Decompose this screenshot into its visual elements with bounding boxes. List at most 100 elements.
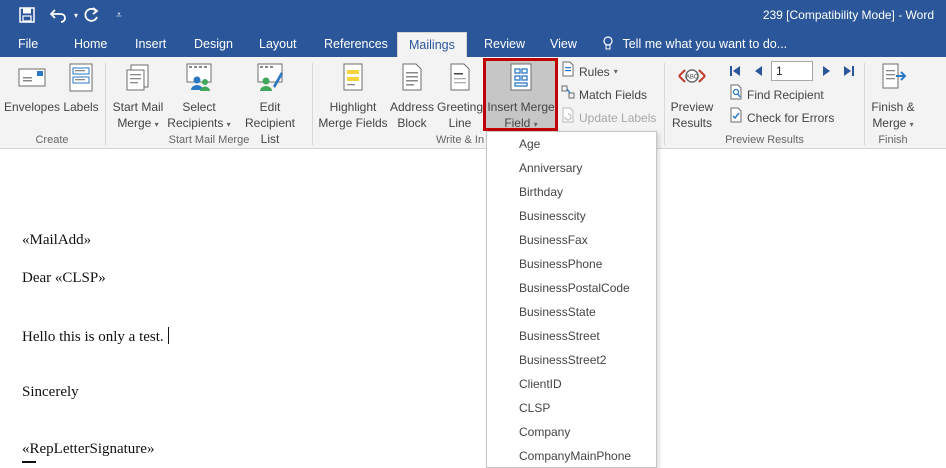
merge-field-item[interactable]: BusinessPhone: [487, 252, 656, 276]
merge-field-item[interactable]: Businesscity: [487, 204, 656, 228]
merge-field-item[interactable]: BusinessPostalCode: [487, 276, 656, 300]
undo-icon[interactable]: [46, 4, 72, 26]
insert-merge-field-icon: [486, 62, 556, 96]
merge-field-item[interactable]: CompanyMainPhone: [487, 444, 656, 467]
merge-field-item[interactable]: CLSP: [487, 396, 656, 420]
merge-field-item[interactable]: Age: [487, 132, 656, 156]
finish-merge-button[interactable]: Finish & Merge ▾: [868, 62, 918, 132]
undo-dropdown-icon[interactable]: ▾: [71, 4, 81, 26]
address-block-button[interactable]: Address Block: [389, 62, 435, 132]
finish-merge-label-2: Merge: [872, 116, 907, 130]
merge-field-item[interactable]: BusinessStreet2: [487, 348, 656, 372]
tab-mailings[interactable]: Mailings: [397, 32, 467, 57]
group-label-write-insert: Write & In: [436, 134, 485, 146]
doc-line-signature[interactable]: «RepLetterSignature»: [22, 441, 154, 458]
doc-line-body-text: Hello this is only a test.: [22, 329, 164, 345]
last-record-icon[interactable]: [842, 63, 856, 79]
rules-button[interactable]: Rules ▾: [561, 61, 618, 83]
select-recipients-label-1: Select: [182, 100, 216, 114]
doc-line-mailadd[interactable]: «MailAdd»: [22, 232, 91, 249]
tab-review[interactable]: Review: [482, 32, 527, 57]
check-for-errors-button[interactable]: Check for Errors: [729, 107, 835, 128]
tab-home[interactable]: Home: [72, 32, 109, 57]
window-title: 239 [Compatibility Mode] - Word: [762, 8, 934, 22]
tell-me-box[interactable]: Tell me what you want to do...: [603, 32, 787, 57]
group-label-start-mail-merge: Start Mail Merge: [168, 134, 250, 146]
highlight-merge-fields-button[interactable]: Highlight Merge Fields: [318, 62, 388, 132]
check-for-errors-label: Check for Errors: [747, 111, 835, 125]
preview-results-button[interactable]: ABC Preview Results: [668, 62, 716, 132]
edit-recipient-list-button[interactable]: Edit Recipient List: [234, 62, 306, 146]
greeting-line-button[interactable]: Greeting Line: [436, 62, 484, 132]
document-area[interactable]: [0, 150, 946, 468]
doc-line-greeting[interactable]: Dear «CLSP»: [22, 270, 106, 287]
next-record-icon[interactable]: [820, 63, 834, 79]
find-recipient-label: Find Recipient: [747, 88, 824, 102]
chevron-down-icon: ▾: [613, 67, 618, 76]
ribbon-tab-row: File Home Insert Design Layout Reference…: [0, 32, 946, 57]
greeting-line-icon: [436, 62, 484, 96]
update-labels-icon: [561, 107, 575, 129]
edit-recipient-list-icon: [234, 62, 306, 96]
chevron-down-icon: ▾: [226, 120, 231, 129]
tab-references[interactable]: References: [322, 32, 390, 57]
record-number-input[interactable]: [771, 61, 813, 81]
redo-icon[interactable]: [82, 4, 102, 26]
doc-line-closing[interactable]: Sincerely: [22, 384, 79, 401]
merge-field-item[interactable]: BusinessState: [487, 300, 656, 324]
labels-label: Labels: [63, 100, 99, 114]
greeting-line-label-2: Line: [448, 116, 472, 130]
envelopes-label: Envelopes: [3, 100, 61, 114]
doc-line-body[interactable]: Hello this is only a test.: [22, 327, 169, 346]
highlight-merge-fields-icon: [318, 62, 388, 96]
labels-button[interactable]: Labels: [62, 62, 100, 132]
group-label-preview-results: Preview Results: [725, 134, 804, 146]
title-bar: ▾ ⩡ 239 [Compatibility Mode] - Word: [0, 0, 946, 32]
insert-merge-field-button[interactable]: Insert Merge Field ▾: [486, 62, 556, 132]
first-record-icon[interactable]: [728, 63, 742, 79]
merge-field-item[interactable]: Company: [487, 420, 656, 444]
finish-merge-label-1: Finish &: [871, 100, 915, 114]
tab-view[interactable]: View: [548, 32, 579, 57]
labels-icon: [62, 62, 100, 96]
merge-field-item[interactable]: BusinessStreet: [487, 324, 656, 348]
lightbulb-icon: [603, 32, 615, 57]
text-cursor: [167, 327, 169, 344]
tab-design[interactable]: Design: [192, 32, 235, 57]
rules-label: Rules: [579, 65, 610, 79]
previous-record-icon[interactable]: [751, 63, 765, 79]
chevron-down-icon: ▾: [909, 120, 914, 129]
start-mail-merge-button[interactable]: Start Mail Merge ▾: [110, 62, 166, 132]
insert-merge-field-label-1: Insert Merge: [487, 100, 555, 114]
envelope-icon: [3, 62, 61, 96]
finish-merge-icon: [868, 62, 918, 96]
merge-field-item[interactable]: Birthday: [487, 180, 656, 204]
tab-insert[interactable]: Insert: [133, 32, 168, 57]
address-block-label-1: Address: [389, 100, 435, 114]
greeting-line-label-1: Greeting: [436, 100, 484, 114]
group-separator: [312, 63, 313, 145]
update-labels-button[interactable]: Update Labels: [561, 107, 657, 129]
envelopes-button[interactable]: Envelopes: [3, 62, 61, 132]
tab-file[interactable]: File: [16, 32, 40, 57]
match-fields-button[interactable]: Match Fields: [561, 85, 647, 105]
start-mail-merge-label-1: Start Mail: [112, 100, 164, 114]
merge-field-item[interactable]: BusinessFax: [487, 228, 656, 252]
merge-field-item[interactable]: ClientID: [487, 372, 656, 396]
select-recipients-button[interactable]: Select Recipients ▾: [166, 62, 232, 132]
select-recipients-label-2: Recipients: [167, 116, 224, 130]
merge-field-item[interactable]: Anniversary: [487, 156, 656, 180]
find-recipient-icon: [729, 84, 743, 106]
find-recipient-button[interactable]: Find Recipient: [729, 84, 824, 106]
match-fields-label: Match Fields: [579, 88, 648, 102]
start-mail-merge-label-2: Merge: [117, 116, 152, 130]
update-labels-label: Update Labels: [579, 111, 657, 125]
tab-layout[interactable]: Layout: [257, 32, 299, 57]
address-block-icon: [389, 62, 435, 96]
group-separator: [864, 63, 865, 145]
preview-results-icon: ABC: [668, 62, 716, 96]
save-icon[interactable]: [16, 4, 38, 26]
group-label-create: Create: [35, 134, 69, 146]
customize-qat-icon[interactable]: ⩡: [112, 4, 126, 26]
rules-icon: [561, 61, 575, 83]
